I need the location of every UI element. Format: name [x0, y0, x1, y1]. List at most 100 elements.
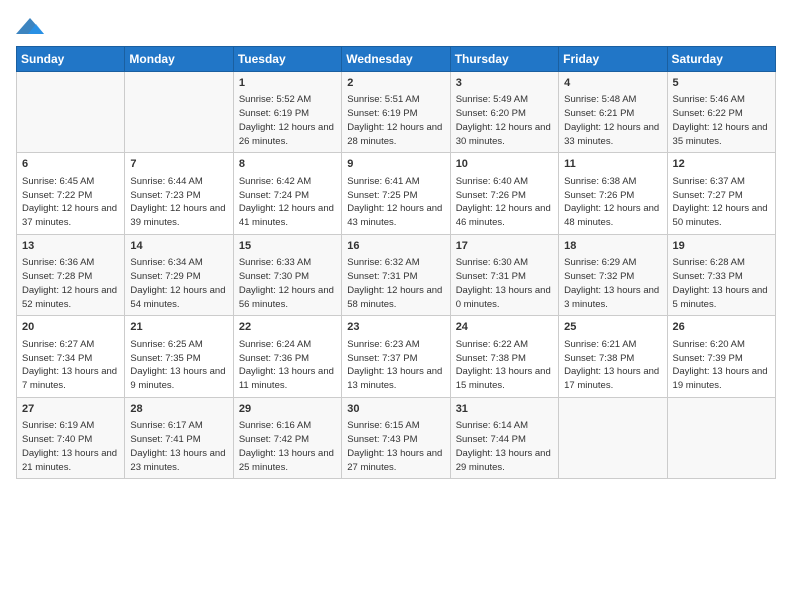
calendar-cell: 2 Sunrise: 5:51 AM Sunset: 6:19 PM Daylig… [342, 72, 450, 153]
day-number: 14 [130, 239, 227, 254]
day-info: Sunrise: 6:22 AM Sunset: 7:38 PM Dayligh… [456, 338, 553, 393]
day-number: 3 [456, 76, 553, 91]
day-header-monday: Monday [125, 47, 233, 72]
day-info: Sunrise: 6:44 AM Sunset: 7:23 PM Dayligh… [130, 175, 227, 230]
day-info: Sunrise: 6:28 AM Sunset: 7:33 PM Dayligh… [673, 256, 770, 311]
day-info: Sunrise: 6:40 AM Sunset: 7:26 PM Dayligh… [456, 175, 553, 230]
calendar-cell: 6 Sunrise: 6:45 AM Sunset: 7:22 PM Daylig… [17, 153, 125, 234]
day-number: 17 [456, 239, 553, 254]
page-header [16, 16, 776, 38]
day-info: Sunrise: 5:51 AM Sunset: 6:19 PM Dayligh… [347, 93, 444, 148]
day-number: 7 [130, 157, 227, 172]
calendar-cell: 11Sunrise: 6:38 AM Sunset: 7:26 PM Dayli… [559, 153, 667, 234]
day-number: 29 [239, 402, 336, 417]
day-info: Sunrise: 6:29 AM Sunset: 7:32 PM Dayligh… [564, 256, 661, 311]
day-number: 26 [673, 320, 770, 335]
day-number: 6 [22, 157, 119, 172]
calendar-cell: 18Sunrise: 6:29 AM Sunset: 7:32 PM Dayli… [559, 234, 667, 315]
calendar-cell: 5 Sunrise: 5:46 AM Sunset: 6:22 PM Daylig… [667, 72, 775, 153]
day-number: 21 [130, 320, 227, 335]
day-info: Sunrise: 6:21 AM Sunset: 7:38 PM Dayligh… [564, 338, 661, 393]
calendar-cell: 28 Sunrise: 6:17 AM Sunset: 7:41 PM Dayli… [125, 397, 233, 478]
day-info: Sunrise: 6:34 AM Sunset: 7:29 PM Dayligh… [130, 256, 227, 311]
calendar-cell [559, 397, 667, 478]
calendar-cell: 10 Sunrise: 6:40 AM Sunset: 7:26 PM Dayli… [450, 153, 558, 234]
calendar-cell: 24 Sunrise: 6:22 AM Sunset: 7:38 PM Dayli… [450, 316, 558, 397]
day-number: 22 [239, 320, 336, 335]
calendar-cell: 1Sunrise: 5:52 AM Sunset: 6:19 PM Daylig… [233, 72, 341, 153]
day-number: 23 [347, 320, 444, 335]
day-info: Sunrise: 6:14 AM Sunset: 7:44 PM Dayligh… [456, 419, 553, 474]
day-info: Sunrise: 6:25 AM Sunset: 7:35 PM Dayligh… [130, 338, 227, 393]
calendar-cell: 27 Sunrise: 6:19 AM Sunset: 7:40 PM Dayli… [17, 397, 125, 478]
calendar-cell: 30 Sunrise: 6:15 AM Sunset: 7:43 PM Dayli… [342, 397, 450, 478]
header-row: SundayMondayTuesdayWednesdayThursdayFrid… [17, 47, 776, 72]
day-info: Sunrise: 6:42 AM Sunset: 7:24 PM Dayligh… [239, 175, 336, 230]
day-number: 30 [347, 402, 444, 417]
week-row-4: 20 Sunrise: 6:27 AM Sunset: 7:34 PM Dayli… [17, 316, 776, 397]
day-number: 15 [239, 239, 336, 254]
logo [16, 16, 50, 38]
day-number: 4 [564, 76, 661, 91]
day-header-saturday: Saturday [667, 47, 775, 72]
day-info: Sunrise: 5:49 AM Sunset: 6:20 PM Dayligh… [456, 93, 553, 148]
calendar-cell: 23Sunrise: 6:23 AM Sunset: 7:37 PM Dayli… [342, 316, 450, 397]
day-info: Sunrise: 6:45 AM Sunset: 7:22 PM Dayligh… [22, 175, 119, 230]
day-info: Sunrise: 6:15 AM Sunset: 7:43 PM Dayligh… [347, 419, 444, 474]
calendar-cell: 19 Sunrise: 6:28 AM Sunset: 7:33 PM Dayli… [667, 234, 775, 315]
day-header-sunday: Sunday [17, 47, 125, 72]
calendar-cell: 22 Sunrise: 6:24 AM Sunset: 7:36 PM Dayli… [233, 316, 341, 397]
day-info: Sunrise: 6:24 AM Sunset: 7:36 PM Dayligh… [239, 338, 336, 393]
calendar-cell: 4 Sunrise: 5:48 AM Sunset: 6:21 PM Daylig… [559, 72, 667, 153]
calendar-cell: 25 Sunrise: 6:21 AM Sunset: 7:38 PM Dayli… [559, 316, 667, 397]
day-header-friday: Friday [559, 47, 667, 72]
day-info: Sunrise: 6:19 AM Sunset: 7:40 PM Dayligh… [22, 419, 119, 474]
day-info: Sunrise: 6:16 AM Sunset: 7:42 PM Dayligh… [239, 419, 336, 474]
day-number: 31 [456, 402, 553, 417]
day-info: Sunrise: 6:37 AM Sunset: 7:27 PM Dayligh… [673, 175, 770, 230]
day-number: 19 [673, 239, 770, 254]
calendar-cell: 15 Sunrise: 6:33 AM Sunset: 7:30 PM Dayli… [233, 234, 341, 315]
day-number: 9 [347, 157, 444, 172]
calendar-cell: 31 Sunrise: 6:14 AM Sunset: 7:44 PM Dayli… [450, 397, 558, 478]
day-number: 8 [239, 157, 336, 172]
week-row-1: 1Sunrise: 5:52 AM Sunset: 6:19 PM Daylig… [17, 72, 776, 153]
calendar-cell: 12 Sunrise: 6:37 AM Sunset: 7:27 PM Dayli… [667, 153, 775, 234]
day-info: Sunrise: 5:52 AM Sunset: 6:19 PM Dayligh… [239, 93, 336, 148]
calendar-cell: 7 Sunrise: 6:44 AM Sunset: 7:23 PM Daylig… [125, 153, 233, 234]
calendar-cell [125, 72, 233, 153]
day-info: Sunrise: 6:32 AM Sunset: 7:31 PM Dayligh… [347, 256, 444, 311]
logo-icon [16, 16, 44, 38]
day-info: Sunrise: 6:30 AM Sunset: 7:31 PM Dayligh… [456, 256, 553, 311]
calendar-cell [17, 72, 125, 153]
day-number: 16 [347, 239, 444, 254]
day-number: 10 [456, 157, 553, 172]
day-number: 25 [564, 320, 661, 335]
day-number: 24 [456, 320, 553, 335]
day-number: 5 [673, 76, 770, 91]
day-info: Sunrise: 5:46 AM Sunset: 6:22 PM Dayligh… [673, 93, 770, 148]
week-row-2: 6 Sunrise: 6:45 AM Sunset: 7:22 PM Daylig… [17, 153, 776, 234]
day-number: 12 [673, 157, 770, 172]
day-info: Sunrise: 6:17 AM Sunset: 7:41 PM Dayligh… [130, 419, 227, 474]
day-number: 2 [347, 76, 444, 91]
day-info: Sunrise: 6:41 AM Sunset: 7:25 PM Dayligh… [347, 175, 444, 230]
calendar-cell: 9 Sunrise: 6:41 AM Sunset: 7:25 PM Daylig… [342, 153, 450, 234]
day-number: 27 [22, 402, 119, 417]
day-header-wednesday: Wednesday [342, 47, 450, 72]
day-number: 11 [564, 157, 661, 172]
calendar-cell: 13Sunrise: 6:36 AM Sunset: 7:28 PM Dayli… [17, 234, 125, 315]
day-number: 28 [130, 402, 227, 417]
calendar-cell: 26 Sunrise: 6:20 AM Sunset: 7:39 PM Dayli… [667, 316, 775, 397]
day-info: Sunrise: 6:33 AM Sunset: 7:30 PM Dayligh… [239, 256, 336, 311]
day-info: Sunrise: 5:48 AM Sunset: 6:21 PM Dayligh… [564, 93, 661, 148]
calendar-cell: 21 Sunrise: 6:25 AM Sunset: 7:35 PM Dayli… [125, 316, 233, 397]
day-info: Sunrise: 6:27 AM Sunset: 7:34 PM Dayligh… [22, 338, 119, 393]
day-header-tuesday: Tuesday [233, 47, 341, 72]
day-info: Sunrise: 6:20 AM Sunset: 7:39 PM Dayligh… [673, 338, 770, 393]
week-row-5: 27 Sunrise: 6:19 AM Sunset: 7:40 PM Dayli… [17, 397, 776, 478]
day-header-thursday: Thursday [450, 47, 558, 72]
calendar-table: SundayMondayTuesdayWednesdayThursdayFrid… [16, 46, 776, 479]
day-number: 20 [22, 320, 119, 335]
calendar-cell: 3 Sunrise: 5:49 AM Sunset: 6:20 PM Daylig… [450, 72, 558, 153]
